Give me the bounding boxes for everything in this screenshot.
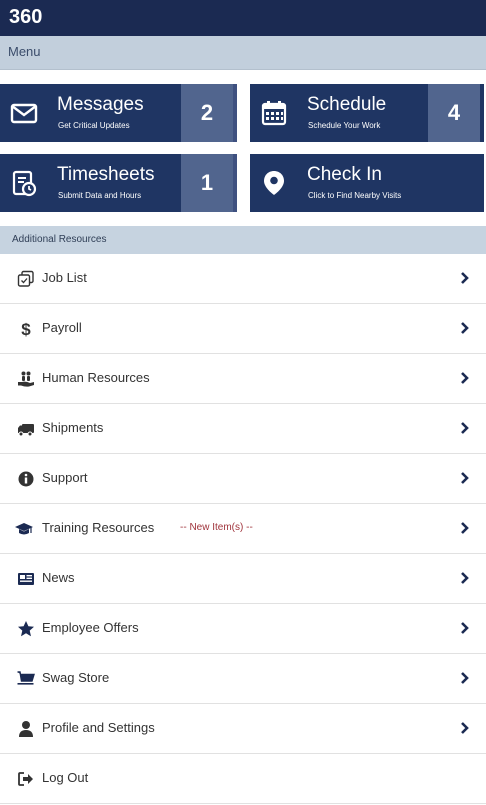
menu-label[interactable]: Menu [8,44,41,59]
list-item-label: Shipments [42,420,104,435]
messages-tile[interactable]: Messages Get Critical Updates 2 [0,84,237,142]
check-in-title: Check In [307,164,382,185]
chevron-right-icon [461,422,469,434]
chevron-right-icon [461,322,469,334]
list-item-employee-offers[interactable]: Employee Offers [0,604,486,654]
dashboard-tiles: Messages Get Critical Updates 2 Schedule… [0,70,486,226]
list-item-support[interactable]: Support [0,454,486,504]
timesheets-subtitle: Submit Data and Hours [58,191,142,200]
schedule-subtitle: Schedule Your Work [308,121,381,130]
list-item-label: Profile and Settings [42,720,155,735]
list-item-label: Payroll [42,320,82,335]
chevron-right-icon [461,372,469,384]
list-item-shipments[interactable]: Shipments [0,404,486,454]
info-icon [18,471,34,487]
envelope-icon [10,103,38,124]
new-items-note: -- New Item(s) -- [180,522,253,533]
chevron-right-icon [461,672,469,684]
timesheets-count-badge: 1 [181,154,233,212]
check-in-subtitle: Click to Find Nearby Visits [308,191,402,200]
check-in-tile[interactable]: Check In Click to Find Nearby Visits [250,154,484,212]
schedule-tile[interactable]: Schedule Schedule Your Work 4 [250,84,484,142]
chevron-right-icon [461,572,469,584]
chevron-right-icon [461,522,469,534]
job-list-icon [17,270,34,287]
list-item-swag-store[interactable]: Swag Store [0,654,486,704]
messages-title: Messages [57,94,144,115]
list-item-training-resources[interactable]: Training Resources -- New Item(s) -- [0,504,486,554]
list-item-human-resources[interactable]: Human Resources [0,354,486,404]
list-item-label: Human Resources [42,370,150,385]
list-item-label: Job List [42,270,87,285]
messages-subtitle: Get Critical Updates [58,121,130,130]
list-item-label: News [42,570,75,585]
messages-count-badge: 2 [181,84,233,142]
chevron-right-icon [461,472,469,484]
list-item-profile-settings[interactable]: Profile and Settings [0,704,486,754]
sign-out-icon [18,772,33,786]
newspaper-icon [18,573,34,585]
graduation-cap-icon [15,523,33,535]
truck-icon [18,424,34,437]
app-title: 360 [9,6,43,28]
timesheets-tile[interactable]: Timesheets Submit Data and Hours 1 [0,154,237,212]
additional-resources-label: Additional Resources [12,234,107,245]
list-item-log-out[interactable]: Log Out [0,754,486,804]
star-icon [18,621,34,637]
menu-bar[interactable]: Menu [0,36,486,70]
map-pin-icon [264,171,284,195]
app-header: 360 [0,0,486,36]
list-item-label: Employee Offers [42,620,139,635]
timesheet-icon [12,170,37,197]
list-item-label: Swag Store [42,670,110,685]
calendar-icon [261,101,287,126]
resources-list: Job List $ Payroll Human Resources Shipm… [0,254,486,804]
chevron-right-icon [461,272,469,284]
svg-text:$: $ [21,320,31,338]
hand-people-icon [18,371,34,387]
user-icon [19,721,33,737]
schedule-title: Schedule [307,94,387,115]
cart-icon [17,671,35,685]
additional-resources-header: Additional Resources [0,226,486,254]
list-item-label: Log Out [42,770,89,785]
timesheets-title: Timesheets [57,164,155,185]
list-item-news[interactable]: News [0,554,486,604]
list-item-job-list[interactable]: Job List [0,254,486,304]
list-item-label: Training Resources [42,520,155,535]
dollar-icon: $ [21,320,31,338]
chevron-right-icon [461,622,469,634]
schedule-count-badge: 4 [428,84,480,142]
list-item-label: Support [42,470,88,485]
list-item-payroll[interactable]: $ Payroll [0,304,486,354]
chevron-right-icon [461,722,469,734]
